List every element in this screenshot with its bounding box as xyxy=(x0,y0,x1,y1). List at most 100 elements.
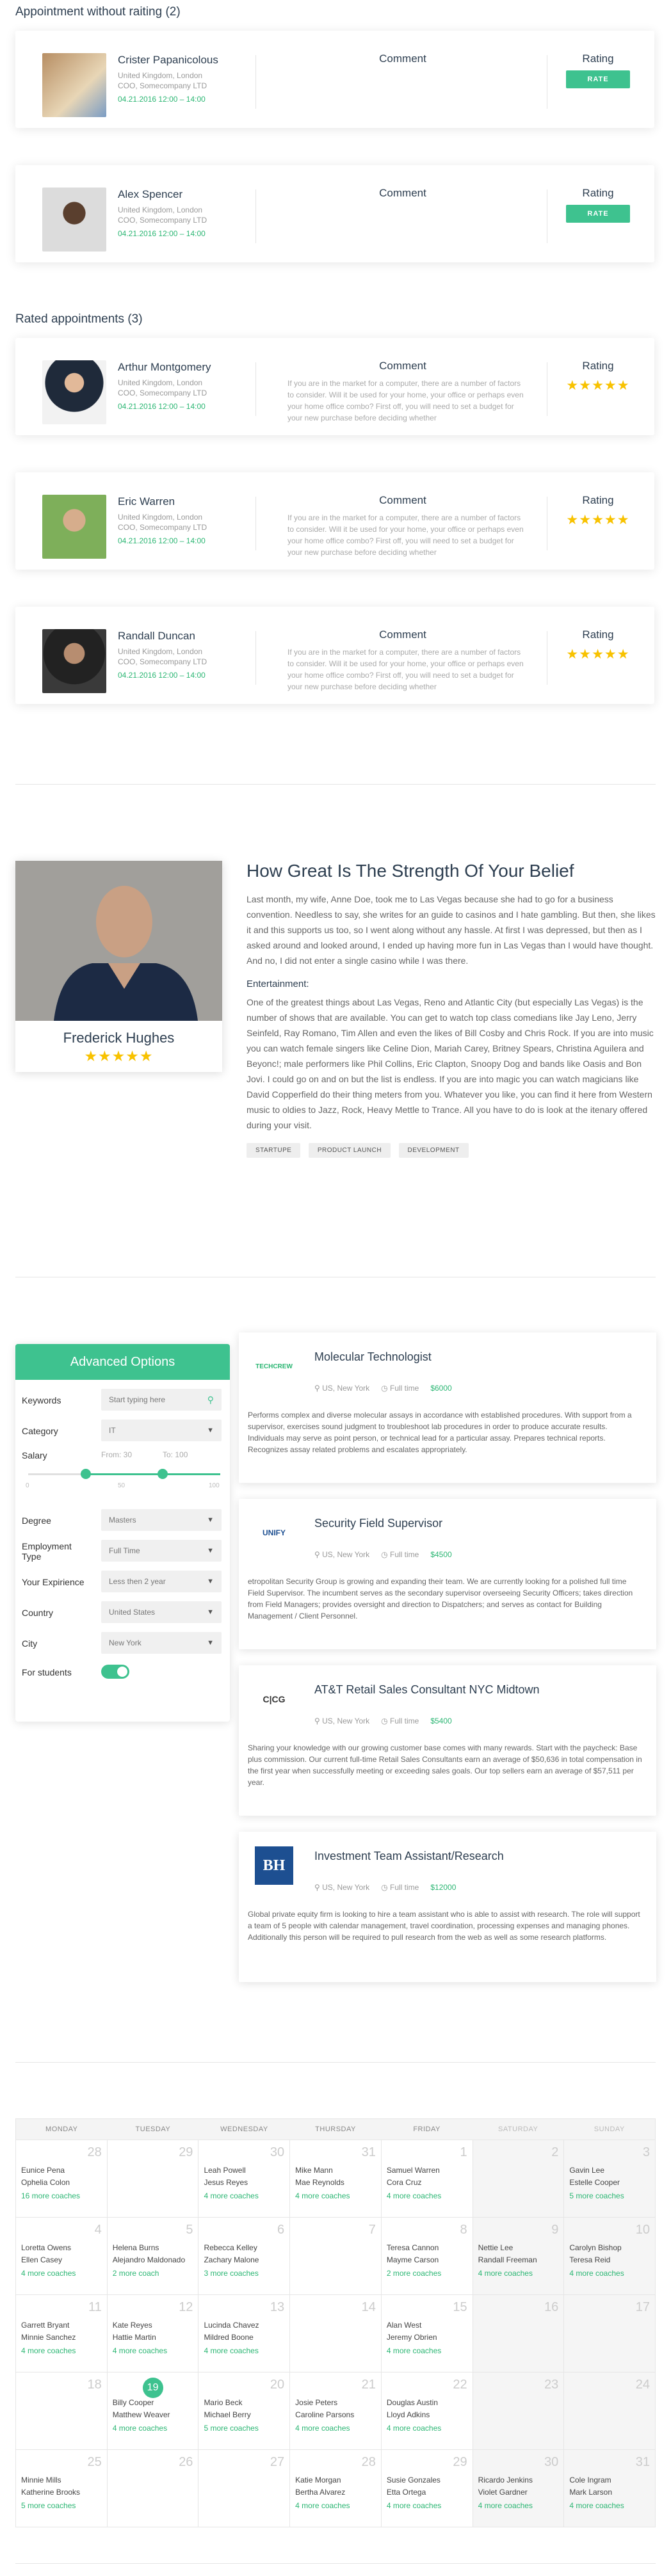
coach-name[interactable]: Susie Gonzales xyxy=(387,2474,467,2486)
tag-development[interactable]: DEVELOPMENT xyxy=(398,1143,469,1158)
salary-slider-track[interactable] xyxy=(28,1469,220,1479)
calendar-day[interactable]: 16 xyxy=(473,2295,565,2372)
calendar-day[interactable]: 22 Douglas Austin Lloyd Adkins 4 more coach… xyxy=(382,2372,473,2449)
coach-name[interactable]: Kate Reyes xyxy=(113,2319,193,2332)
job-title[interactable]: Security Field Supervisor xyxy=(314,1517,442,1530)
calendar-day[interactable]: 20 Mario Beck Michael Berry 5 more coaches xyxy=(198,2372,291,2449)
calendar-day[interactable]: 12 Kate Reyes Hattie Martin 4 more coaches xyxy=(108,2295,199,2372)
coach-name[interactable]: Alan West xyxy=(387,2319,467,2332)
category-select[interactable]: IT ▼ xyxy=(101,1420,222,1441)
salary-max-handle[interactable] xyxy=(158,1469,168,1479)
coach-name[interactable]: Jeremy Obrien xyxy=(387,2332,467,2344)
coach-name[interactable]: Josie Peters xyxy=(295,2397,376,2409)
calendar-day[interactable]: 31 Cole Ingram Mark Larson 4 more coaches xyxy=(564,2450,656,2527)
coach-name[interactable]: Leah Powell xyxy=(204,2164,284,2177)
job-card[interactable]: TECHCREW Molecular Technologist ⚲ US, Ne… xyxy=(239,1332,656,1483)
coach-name[interactable]: Minnie Mills xyxy=(21,2474,102,2486)
calendar-day[interactable]: 14 xyxy=(290,2295,382,2372)
coach-name[interactable]: Teresa Reid xyxy=(569,2254,650,2266)
more-coaches-link[interactable]: 16 more coaches xyxy=(21,2190,102,2202)
coach-name[interactable]: Samuel Warren xyxy=(387,2164,467,2177)
calendar-day[interactable]: 21 Josie Peters Caroline Parsons 4 more coa… xyxy=(290,2372,382,2449)
calendar-day[interactable]: 13 Lucinda Chavez Mildred Boone 4 more coac… xyxy=(198,2295,291,2372)
calendar-day[interactable]: 6 Rebecca Kelley Zachary Malone 3 more coac… xyxy=(198,2218,291,2294)
coach-name[interactable]: Cora Cruz xyxy=(387,2177,467,2189)
more-coaches-link[interactable]: 4 more coaches xyxy=(113,2345,193,2357)
job-title[interactable]: AT&T Retail Sales Consultant NYC Midtown xyxy=(314,1683,539,1697)
more-coaches-link[interactable]: 4 more coaches xyxy=(295,2190,376,2202)
city-select[interactable]: New York ▼ xyxy=(101,1632,222,1654)
coach-name[interactable]: Zachary Malone xyxy=(204,2254,284,2266)
coach-name[interactable]: Jesus Reyes xyxy=(204,2177,284,2189)
coach-name[interactable]: Helena Burns xyxy=(113,2242,193,2254)
more-coaches-link[interactable]: 4 more coaches xyxy=(478,2268,559,2280)
calendar-day[interactable]: 29 xyxy=(108,2140,199,2217)
coach-name[interactable]: Etta Ortega xyxy=(387,2486,467,2499)
more-coaches-link[interactable]: 3 more coaches xyxy=(204,2268,284,2280)
calendar-day[interactable]: 9 Nettie Lee Randall Freeman 4 more coaches xyxy=(473,2218,565,2294)
coach-name[interactable]: Nettie Lee xyxy=(478,2242,559,2254)
salary-min-handle[interactable] xyxy=(81,1469,91,1479)
coach-name[interactable]: Mario Beck xyxy=(204,2397,284,2409)
coach-name[interactable]: Hattie Martin xyxy=(113,2332,193,2344)
coach-name[interactable]: Ricardo Jenkins xyxy=(478,2474,559,2486)
more-coaches-link[interactable]: 5 more coaches xyxy=(569,2190,650,2202)
coach-name[interactable]: Lucinda Chavez xyxy=(204,2319,284,2332)
more-coaches-link[interactable]: 4 more coaches xyxy=(387,2422,467,2435)
coach-name[interactable]: Estelle Cooper xyxy=(569,2177,650,2189)
coach-name[interactable]: Garrett Bryant xyxy=(21,2319,102,2332)
calendar-day[interactable]: 8 Teresa Cannon Mayme Carson 2 more coaches xyxy=(382,2218,473,2294)
tag-product-launch[interactable]: PRODUCT LAUNCH xyxy=(308,1143,391,1158)
more-coaches-link[interactable]: 4 more coaches xyxy=(21,2268,102,2280)
calendar-day[interactable]: 5 Helena Burns Alejandro Maldonado 2 more c… xyxy=(108,2218,199,2294)
calendar-day[interactable]: 7 xyxy=(290,2218,382,2294)
calendar-day[interactable]: 31 Mike Mann Mae Reynolds 4 more coaches xyxy=(290,2140,382,2217)
job-card[interactable]: BH Investment Team Assistant/Research ⚲ … xyxy=(239,1832,656,1982)
more-coaches-link[interactable]: 4 more coaches xyxy=(204,2345,284,2357)
more-coaches-link[interactable]: 4 more coaches xyxy=(295,2422,376,2435)
job-title[interactable]: Investment Team Assistant/Research xyxy=(314,1850,504,1863)
coach-name[interactable]: Gavin Lee xyxy=(569,2164,650,2177)
coach-name[interactable]: Loretta Owens xyxy=(21,2242,102,2254)
experience-select[interactable]: Less then 2 year ▼ xyxy=(101,1571,222,1592)
coach-name[interactable]: Mayme Carson xyxy=(387,2254,467,2266)
degree-select[interactable]: Masters ▼ xyxy=(101,1509,222,1531)
coach-name[interactable]: Michael Berry xyxy=(204,2409,284,2421)
calendar-day[interactable]: 1 Samuel Warren Cora Cruz 4 more coaches xyxy=(382,2140,473,2217)
more-coaches-link[interactable]: 2 more coaches xyxy=(387,2268,467,2280)
coach-name[interactable]: Katherine Brooks xyxy=(21,2486,102,2499)
calendar-day[interactable]: 30 Leah Powell Jesus Reyes 4 more coaches xyxy=(198,2140,291,2217)
calendar-day[interactable]: 11 Garrett Bryant Minnie Sanchez 4 more coa… xyxy=(16,2295,108,2372)
coach-name[interactable]: Rebecca Kelley xyxy=(204,2242,284,2254)
coach-name[interactable]: Eunice Pena xyxy=(21,2164,102,2177)
job-title[interactable]: Molecular Technologist xyxy=(314,1350,432,1364)
search-icon[interactable]: ⚲ xyxy=(207,1389,214,1411)
more-coaches-link[interactable]: 2 more coach xyxy=(113,2268,193,2280)
coach-name[interactable]: Randall Freeman xyxy=(478,2254,559,2266)
more-coaches-link[interactable]: 4 more coaches xyxy=(204,2190,284,2202)
more-coaches-link[interactable]: 4 more coaches xyxy=(569,2500,650,2512)
job-card[interactable]: C|CG AT&T Retail Sales Consultant NYC Mi… xyxy=(239,1665,656,1816)
more-coaches-link[interactable]: 4 more coaches xyxy=(387,2190,467,2202)
calendar-day[interactable]: 15 Alan West Jeremy Obrien 4 more coaches xyxy=(382,2295,473,2372)
coach-name[interactable]: Mae Reynolds xyxy=(295,2177,376,2189)
calendar-day[interactable]: 4 Loretta Owens Ellen Casey 4 more coaches xyxy=(16,2218,108,2294)
more-coaches-link[interactable]: 5 more coaches xyxy=(21,2500,102,2512)
tag-startupe[interactable]: STARTUPE xyxy=(247,1143,301,1158)
coach-name[interactable]: Billy Cooper xyxy=(113,2397,193,2409)
coach-name[interactable]: Caroline Parsons xyxy=(295,2409,376,2421)
rate-button[interactable]: RATE xyxy=(566,205,630,223)
more-coaches-link[interactable]: 4 more coaches xyxy=(21,2345,102,2357)
coach-name[interactable]: Alejandro Maldonado xyxy=(113,2254,193,2266)
calendar-day[interactable]: 18 xyxy=(16,2372,108,2449)
country-select[interactable]: United States ▼ xyxy=(101,1601,222,1623)
calendar-day[interactable]: 28 Eunice Pena Ophelia Colon 16 more coache… xyxy=(16,2140,108,2217)
calendar-day[interactable]: 2 xyxy=(473,2140,565,2217)
calendar-day[interactable]: 26 xyxy=(108,2450,199,2527)
more-coaches-link[interactable]: 5 more coaches xyxy=(204,2422,284,2435)
coach-name[interactable]: Matthew Weaver xyxy=(113,2409,193,2421)
coach-name[interactable]: Bertha Alvarez xyxy=(295,2486,376,2499)
calendar-day[interactable]: 19 Billy Cooper Matthew Weaver 4 more coach… xyxy=(108,2372,199,2449)
job-card[interactable]: UNIFY Security Field Supervisor ⚲ US, Ne… xyxy=(239,1499,656,1649)
keywords-input[interactable]: Start typing here ⚲ xyxy=(101,1389,222,1411)
